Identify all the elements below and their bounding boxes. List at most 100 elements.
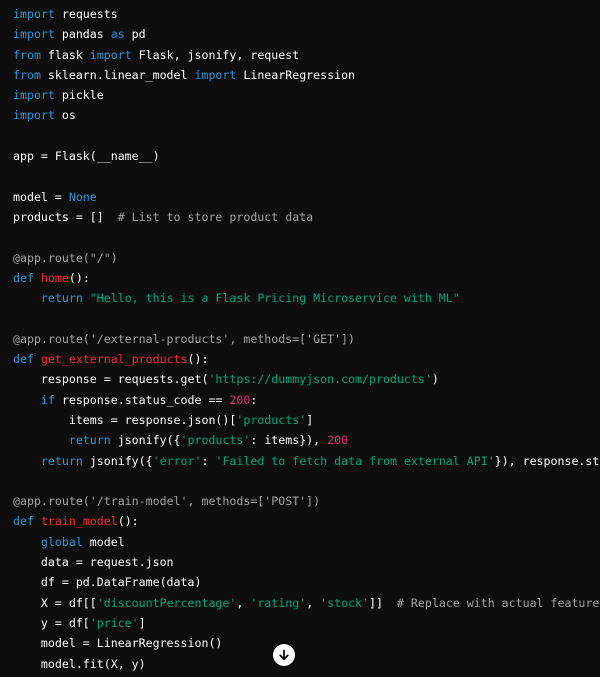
code-line: from sklearn.linear_model import LinearR…	[13, 65, 600, 85]
code-content: import requests import pandas as pd from f…	[0, 4, 600, 674]
code-token: if	[40, 392, 55, 407]
code-token: os	[54, 108, 76, 123]
code-token: return	[68, 433, 111, 448]
code-token: response.status_code ==	[54, 392, 230, 407]
code-token: 'rating'	[250, 595, 307, 610]
code-token: 'products'	[236, 412, 307, 427]
code-token: return	[40, 453, 83, 468]
code-token: ():	[68, 270, 90, 285]
code-token: :	[201, 453, 216, 468]
code-token: ,	[306, 595, 321, 610]
code-token: model =	[13, 189, 69, 204]
code-block: import requests import pandas as pd from f…	[0, 0, 600, 677]
code-line: X = df[['discountPercentage', 'rating', …	[13, 593, 600, 613]
code-token: def	[13, 352, 34, 367]
code-token: def	[13, 514, 34, 529]
code-line: products = [] # List to store product da…	[13, 207, 600, 227]
code-line: def train_model():	[13, 511, 600, 531]
code-line: import pandas as pd	[13, 24, 600, 44]
code-token: ]	[138, 615, 146, 630]
code-token: products = []	[13, 209, 118, 224]
code-line: def get_external_products():	[13, 349, 600, 369]
code-line: import os	[13, 105, 600, 125]
code-token: jsonify({	[110, 433, 181, 448]
code-token: 'error'	[152, 453, 202, 468]
code-line: model = LinearRegression()	[13, 633, 600, 653]
code-token: "Hello, this is a Flask Pricing Microser…	[89, 291, 460, 306]
code-token: items = response.json()[	[13, 412, 237, 427]
code-line: return jsonify({'error': 'Failed to fetc…	[13, 451, 600, 471]
code-line: model.fit(X, y)	[13, 654, 600, 674]
code-token: import	[13, 108, 55, 123]
code-token: response = requests.get(	[13, 372, 209, 387]
code-token: model.fit(X, y)	[13, 656, 146, 671]
code-token: get_external_products	[40, 352, 188, 367]
code-token: 'discountPercentage'	[96, 595, 237, 610]
code-token: ,	[236, 595, 251, 610]
code-token: import	[89, 47, 132, 62]
code-token: None	[68, 189, 97, 204]
code-line: if response.status_code == 200:	[13, 390, 600, 410]
code-token: global	[40, 534, 83, 549]
code-token: return	[40, 291, 83, 306]
code-token: 'https://dummyjson.com/products'	[208, 372, 432, 387]
code-token: import	[194, 67, 237, 82]
code-line: app = Flask(__name__)	[13, 146, 600, 166]
code-token: X = df[[	[13, 595, 97, 610]
code-token: import	[13, 27, 55, 42]
code-token: pd	[124, 27, 146, 42]
code-token: as	[110, 27, 125, 42]
code-line: items = response.json()['products']	[13, 410, 600, 430]
code-line: import pickle	[13, 85, 600, 105]
code-line: @app.route('/external-products', methods…	[13, 329, 600, 349]
code-token: 'stock'	[320, 595, 370, 610]
code-token: )	[431, 372, 439, 387]
code-line: import requests	[13, 4, 600, 24]
code-line: model = None	[13, 187, 600, 207]
code-token: ]	[306, 412, 314, 427]
scroll-to-bottom-button[interactable]	[273, 644, 295, 666]
code-token: @app.route("/")	[13, 250, 118, 265]
code-line: def home():	[13, 268, 600, 288]
code-line: @app.route('/train-model', methods=['POS…	[13, 491, 600, 511]
code-token: df = pd.DataFrame(data)	[13, 575, 202, 590]
code-token: import	[13, 88, 55, 103]
code-token: # List to store product data	[117, 209, 314, 224]
code-token: @app.route('/external-products', methods…	[13, 331, 356, 346]
code-token: LinearRegression	[236, 67, 356, 82]
code-token: Flask, jsonify, request	[131, 47, 300, 62]
code-token: requests	[54, 7, 118, 21]
code-line: return "Hello, this is a Flask Pricing M…	[13, 288, 600, 308]
code-token: ]]	[369, 595, 397, 610]
code-token: pandas	[54, 27, 111, 42]
code-token: }), response.status_c	[494, 453, 600, 468]
code-token: import	[13, 7, 55, 21]
code-token: 200	[229, 392, 251, 407]
code-token: pickle	[54, 88, 104, 103]
code-token: def	[13, 270, 34, 285]
code-token: app = Flask(__name__)	[13, 149, 160, 164]
code-token: # Replace with actual feature names	[396, 595, 600, 610]
code-token: flask	[40, 47, 90, 62]
code-line: df = pd.DataFrame(data)	[13, 572, 600, 592]
code-token: 'products'	[180, 433, 251, 448]
code-token: 'price'	[89, 615, 139, 630]
code-line: global model	[13, 532, 600, 552]
code-token: ():	[117, 514, 139, 529]
code-line: return jsonify({'products': items}), 200	[13, 430, 600, 450]
code-token: from	[13, 67, 41, 82]
code-token: data = request.json	[13, 555, 174, 570]
